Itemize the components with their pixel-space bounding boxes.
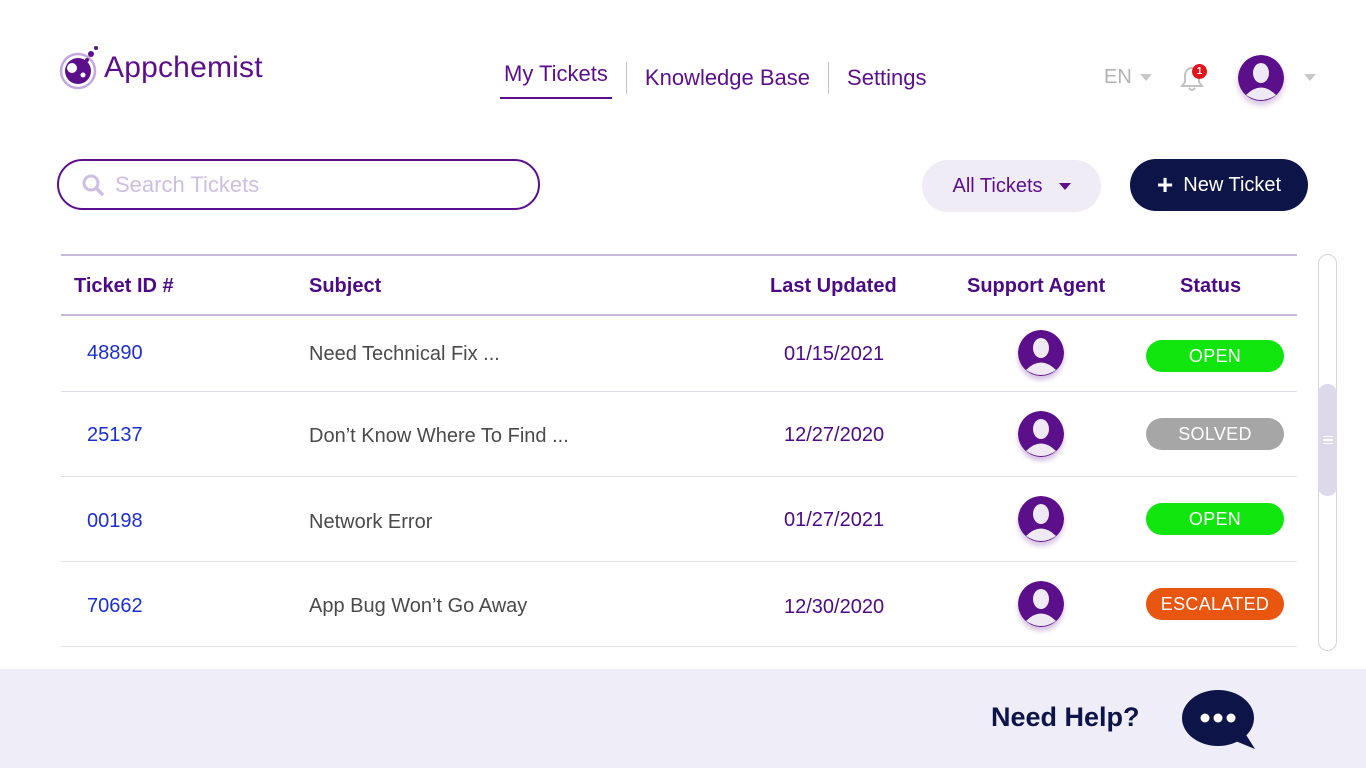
flask-logo-icon bbox=[59, 46, 98, 90]
ticket-last-updated: 12/30/2020 bbox=[784, 596, 885, 618]
ticket-id[interactable]: 70662 bbox=[87, 595, 143, 618]
chevron-down-icon bbox=[1058, 182, 1071, 190]
chevron-down-icon[interactable] bbox=[1304, 74, 1316, 81]
status-badge: OPEN bbox=[1146, 503, 1284, 535]
language-selector[interactable]: EN bbox=[1104, 66, 1152, 89]
nav-divider bbox=[625, 62, 627, 94]
table-row[interactable]: 25137 Don’t Know Where To Find ... 12/27… bbox=[61, 392, 1297, 477]
nav-divider bbox=[828, 62, 830, 94]
user-avatar[interactable] bbox=[1238, 55, 1284, 101]
nav-my-tickets[interactable]: My Tickets bbox=[500, 57, 612, 99]
main-nav: My Tickets Knowledge Base Settings bbox=[500, 57, 931, 99]
ticket-id[interactable]: 00198 bbox=[87, 510, 143, 533]
ticket-subject[interactable]: App Bug Won’t Go Away bbox=[309, 595, 527, 618]
app-logo[interactable]: Appchemist bbox=[58, 44, 263, 92]
ticket-subject[interactable]: Network Error bbox=[309, 511, 432, 534]
chevron-down-icon bbox=[1139, 74, 1152, 81]
agent-avatar bbox=[1018, 330, 1064, 376]
new-ticket-button[interactable]: + New Ticket bbox=[1130, 159, 1308, 211]
ticket-last-updated: 12/27/2020 bbox=[784, 424, 885, 446]
ticket-subject[interactable]: Need Technical Fix ... bbox=[309, 343, 500, 366]
chat-bubble-icon[interactable] bbox=[1181, 690, 1257, 752]
notification-badge: 1 bbox=[1192, 64, 1207, 79]
ticket-last-updated: 01/15/2021 bbox=[784, 343, 885, 365]
agent-avatar bbox=[1018, 496, 1064, 542]
table-header: Ticket ID # Subject Last Updated Support… bbox=[61, 254, 1297, 316]
app-name: Appchemist bbox=[104, 51, 263, 84]
status-badge: ESCALATED bbox=[1146, 588, 1284, 620]
column-header-ticket-id[interactable]: Ticket ID # bbox=[74, 275, 174, 298]
agent-avatar bbox=[1018, 581, 1064, 627]
table-row[interactable]: 00198 Network Error 01/27/2021 OPEN bbox=[61, 477, 1297, 562]
nav-knowledge-base[interactable]: Knowledge Base bbox=[641, 60, 814, 96]
scrollbar-thumb[interactable] bbox=[1318, 384, 1337, 496]
new-ticket-label: New Ticket bbox=[1183, 173, 1282, 196]
help-footer bbox=[0, 669, 1366, 768]
table-row[interactable]: 48890 Need Technical Fix ... 01/15/2021 … bbox=[61, 316, 1297, 392]
column-header-status[interactable]: Status bbox=[1180, 275, 1241, 298]
ticket-filter-dropdown[interactable]: All Tickets bbox=[922, 160, 1101, 212]
ticket-id[interactable]: 48890 bbox=[87, 342, 143, 365]
column-header-subject[interactable]: Subject bbox=[309, 275, 381, 298]
ticket-id[interactable]: 25137 bbox=[87, 424, 143, 447]
plus-icon: + bbox=[1156, 169, 1174, 200]
table-row[interactable]: 70662 App Bug Won’t Go Away 12/30/2020 E… bbox=[61, 562, 1297, 647]
agent-avatar bbox=[1018, 411, 1064, 457]
need-help-label: Need Help? bbox=[991, 702, 1140, 732]
column-header-last-updated[interactable]: Last Updated bbox=[770, 275, 897, 298]
status-badge: SOLVED bbox=[1146, 418, 1284, 450]
search-box[interactable] bbox=[57, 159, 540, 210]
ticket-subject[interactable]: Don’t Know Where To Find ... bbox=[309, 425, 569, 448]
filter-label: All Tickets bbox=[952, 174, 1043, 197]
tickets-table: Ticket ID # Subject Last Updated Support… bbox=[61, 254, 1297, 647]
column-header-support-agent[interactable]: Support Agent bbox=[967, 275, 1105, 298]
nav-settings[interactable]: Settings bbox=[843, 60, 931, 96]
ticket-last-updated: 01/27/2021 bbox=[784, 509, 885, 531]
search-icon bbox=[82, 174, 104, 196]
language-label: EN bbox=[1104, 66, 1132, 88]
search-input[interactable] bbox=[115, 171, 515, 198]
status-badge: OPEN bbox=[1146, 340, 1284, 372]
